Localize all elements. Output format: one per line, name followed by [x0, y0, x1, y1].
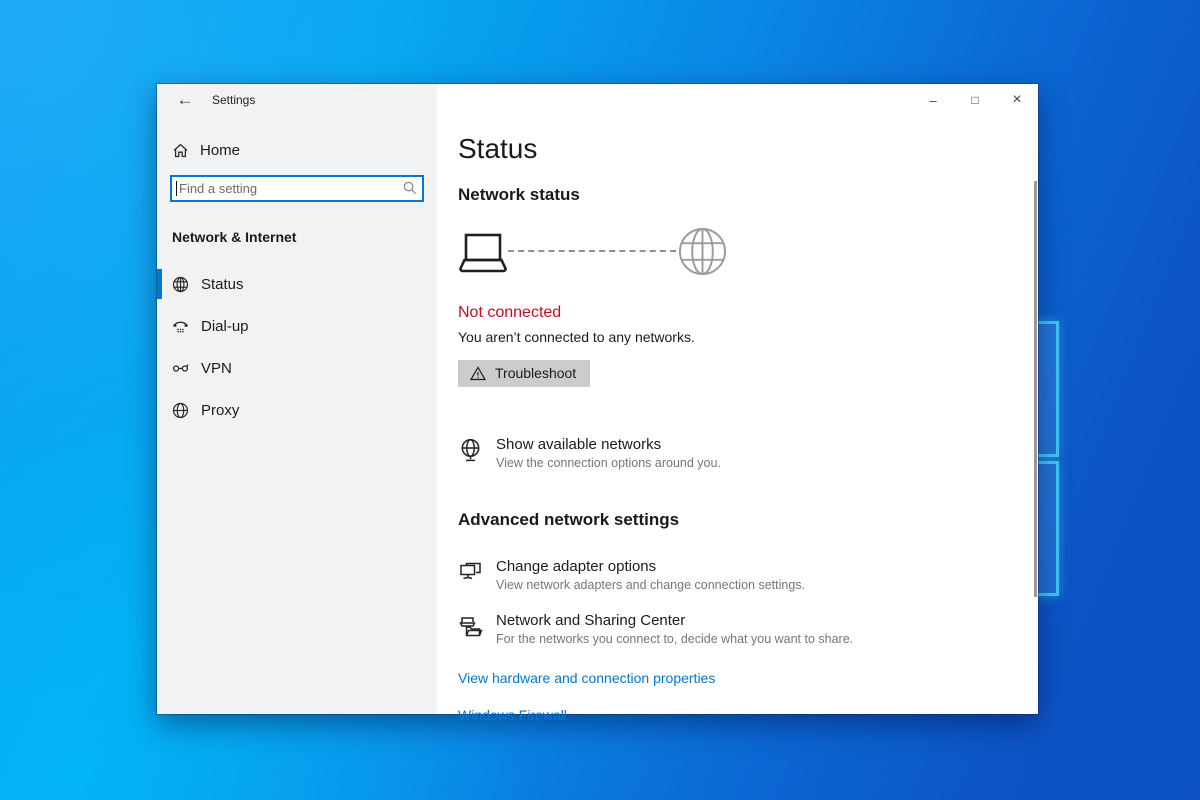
adapter-monitors-icon [458, 560, 483, 585]
advanced-settings-heading: Advanced network settings [458, 510, 998, 530]
sidebar-item-vpn[interactable]: VPN [157, 347, 437, 389]
status-page: Status Network status [437, 84, 1038, 723]
connection-state: Not connected [458, 304, 998, 322]
window-title: Settings [212, 93, 255, 107]
vpn-icon [172, 360, 189, 377]
sharing-center-title: Network and Sharing Center [496, 612, 853, 629]
sidebar-item-status[interactable]: Status [157, 263, 437, 305]
sidebar-item-label: Status [201, 276, 244, 293]
search-icon[interactable] [403, 181, 417, 195]
show-networks-title: Show available networks [496, 436, 721, 453]
sidebar-item-label: Proxy [201, 402, 239, 419]
main-panel: – □ × Status Network status [437, 84, 1038, 714]
back-button[interactable]: ← [170, 87, 200, 113]
page-title: Status [458, 133, 998, 165]
show-networks-subtitle: View the connection options around you. [496, 456, 721, 470]
desktop-wallpaper: ← Settings Home [0, 0, 1200, 800]
warning-icon [470, 366, 486, 381]
sharing-center-icon [458, 614, 483, 639]
connection-dashed-line [508, 250, 676, 252]
sidebar-section-heading: Network & Internet [172, 229, 437, 245]
network-sharing-center-item[interactable]: Network and Sharing Center For the netwo… [458, 612, 998, 646]
sidebar-item-label: VPN [201, 360, 232, 377]
adapter-title: Change adapter options [496, 558, 805, 575]
network-status-icon [172, 276, 189, 293]
network-status-heading: Network status [458, 185, 998, 205]
window-controls: – □ × [912, 84, 1038, 116]
troubleshoot-label: Troubleshoot [495, 365, 576, 381]
connection-message: You aren’t connected to any networks. [458, 329, 998, 345]
troubleshoot-button[interactable]: Troubleshoot [458, 360, 590, 387]
proxy-globe-icon [172, 402, 189, 419]
available-networks-globe-icon [458, 438, 483, 463]
vertical-scrollbar[interactable] [1034, 181, 1037, 597]
sidebar-nav: Status Dial-up [157, 263, 437, 431]
laptop-icon [458, 232, 506, 274]
minimize-icon[interactable]: – [912, 84, 954, 116]
internet-globe-icon [678, 227, 727, 276]
search-box [170, 175, 424, 202]
close-icon[interactable]: × [996, 84, 1038, 116]
hardware-properties-link[interactable]: View hardware and connection properties [458, 670, 998, 686]
adapter-subtitle: View network adapters and change connect… [496, 578, 805, 592]
windows-firewall-link[interactable]: Windows Firewall [458, 707, 998, 723]
sidebar-item-home[interactable]: Home [157, 132, 437, 168]
settings-window: ← Settings Home [157, 84, 1038, 714]
home-icon [172, 142, 189, 159]
dialup-phone-icon [172, 318, 189, 335]
connection-diagram [458, 227, 998, 275]
sidebar: ← Settings Home [157, 84, 437, 714]
titlebar-left: ← Settings [157, 84, 437, 116]
sidebar-item-proxy[interactable]: Proxy [157, 389, 437, 431]
sidebar-item-dialup[interactable]: Dial-up [157, 305, 437, 347]
show-available-networks-item[interactable]: Show available networks View the connect… [458, 436, 998, 470]
change-adapter-options-item[interactable]: Change adapter options View network adap… [458, 558, 998, 592]
sidebar-home-label: Home [200, 142, 240, 159]
maximize-icon[interactable]: □ [954, 84, 996, 116]
sidebar-item-label: Dial-up [201, 318, 249, 335]
sharing-center-subtitle: For the networks you connect to, decide … [496, 632, 853, 646]
search-input[interactable] [170, 175, 424, 202]
back-arrow-icon: ← [177, 90, 194, 110]
text-caret [176, 181, 177, 196]
